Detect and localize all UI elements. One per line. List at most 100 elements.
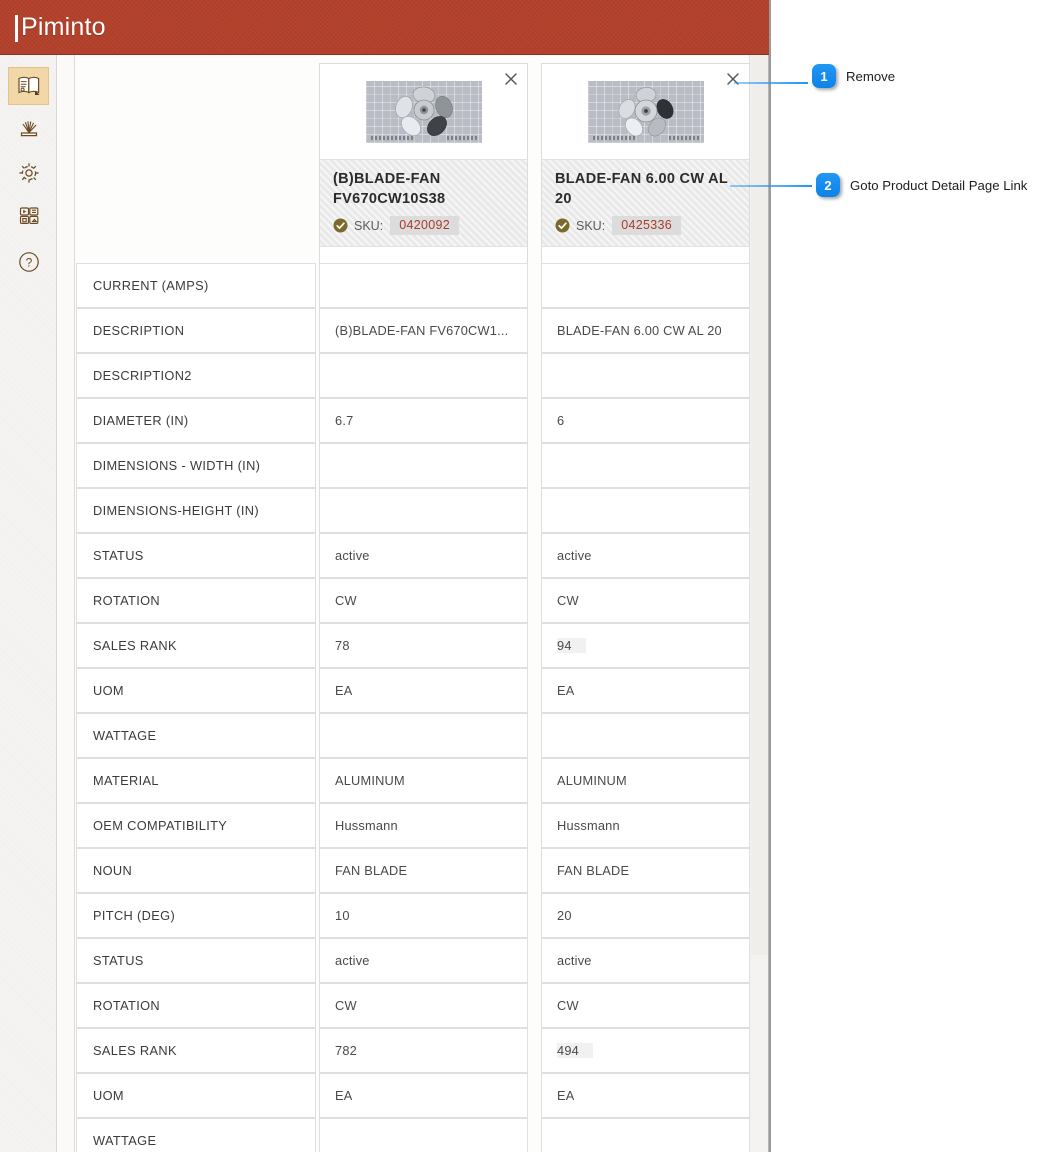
attribute-value: 78 [335,638,350,653]
content-area: (B)BLADE-FAN FV670CW10S38 SKU: 0420092 B… [58,55,769,1152]
attribute-label: DESCRIPTION [93,323,185,338]
attribute-label-cell: STATUS [76,938,316,983]
table-row: UOM EA EA [76,668,750,713]
callout-badge: 2 [816,173,840,197]
remove-product-button[interactable] [502,70,520,88]
left-icon-rail: ? [0,55,57,1152]
sku-row: SKU: 0425336 [555,216,736,235]
svg-text:?: ? [25,256,32,270]
left-gutter [58,55,75,1152]
sidebar-item-settings[interactable] [8,154,49,192]
attribute-value-cell: FAN BLADE [541,848,750,893]
attribute-label-cell: WATTAGE [76,713,316,758]
attribute-value: 782 [335,1043,357,1058]
attribute-value: Hussmann [335,818,398,833]
product-card-header: BLADE-FAN 6.00 CW AL 20 SKU: 0425336 [542,160,749,247]
attribute-label: DIAMETER (IN) [93,413,189,428]
attribute-value-cell: active [541,938,750,983]
table-row: DIMENSIONS - WIDTH (IN) [76,443,750,488]
product-image-wrap [320,64,527,160]
callout-badge: 1 [812,64,836,88]
attribute-label-cell: UOM [76,668,316,713]
attribute-value-cell: EA [541,1073,750,1118]
attribute-value-cell: BLADE-FAN 6.00 CW AL 20 [541,308,750,353]
attribute-label: SALES RANK [93,1043,177,1058]
attribute-value-cell [319,443,528,488]
attribute-value-cell [319,1118,528,1152]
sku-label: SKU: [354,218,384,233]
table-row: STATUS active active [76,938,750,983]
sidebar-item-fanned-pages[interactable] [8,110,49,148]
attribute-label-cell: SALES RANK [76,1028,316,1073]
attribute-label: CURRENT (AMPS) [93,278,209,293]
attribute-value-cell: 10 [319,893,528,938]
table-row: OEM COMPATIBILITY Hussmann Hussmann [76,803,750,848]
attribute-label-cell: UOM [76,1073,316,1118]
attribute-label: DIMENSIONS-HEIGHT (IN) [93,503,260,518]
table-row: WATTAGE [76,713,750,758]
attribute-label-cell: PITCH (DEG) [76,893,316,938]
attribute-label-cell: DIMENSIONS - WIDTH (IN) [76,443,316,488]
attribute-label: DESCRIPTION2 [93,368,192,383]
attribute-label: SALES RANK [93,638,177,653]
attribute-value: CW [557,593,579,608]
attribute-value-cell: Hussmann [319,803,528,848]
vertical-scrollbar[interactable] [749,55,769,1152]
thumbnail-caption-left [592,135,635,140]
product-title[interactable]: BLADE-FAN 6.00 CW AL 20 [555,169,736,209]
product-card: (B)BLADE-FAN FV670CW10S38 SKU: 0420092 [319,63,528,286]
product-card: BLADE-FAN 6.00 CW AL 20 SKU: 0425336 [541,63,750,286]
sku-value: 0420092 [390,216,459,235]
fan-blade-photo [394,86,453,137]
attribute-label: MATERIAL [93,773,159,788]
comparison-panel: (B)BLADE-FAN FV670CW10S38 SKU: 0420092 B… [58,55,769,1152]
attribute-value: CW [335,593,357,608]
attribute-value-cell: (B)BLADE-FAN FV670CW1... [319,308,528,353]
table-row: STATUS active active [76,533,750,578]
attribute-value: 6.7 [335,413,354,428]
sidebar-item-help[interactable]: ? [8,243,49,281]
thumbnail-caption-right [446,135,477,140]
product-image-wrap [542,64,749,160]
table-row: CURRENT (AMPS) [76,263,750,308]
attribute-value: EA [335,683,353,698]
attribute-value-cell [319,713,528,758]
thumbnail-caption-left [370,135,413,140]
table-row: MATERIAL ALUMINUM ALUMINUM [76,758,750,803]
table-row: DIMENSIONS-HEIGHT (IN) [76,488,750,533]
attribute-value-cell: FAN BLADE [319,848,528,893]
attribute-label: NOUN [93,863,133,878]
comparison-grid: (B)BLADE-FAN FV670CW10S38 SKU: 0420092 B… [76,55,750,1152]
attribute-value-cell: EA [319,668,528,713]
attribute-value: BLADE-FAN 6.00 CW AL 20 [557,323,722,338]
attribute-label: UOM [93,683,124,698]
attribute-label: DIMENSIONS - WIDTH (IN) [93,458,261,473]
remove-product-button[interactable] [724,70,742,88]
attribute-label-cell: DESCRIPTION2 [76,353,316,398]
callout-2: 2 Goto Product Detail Page Link [816,173,1027,197]
table-row: DIAMETER (IN) 6.7 6 [76,398,750,443]
table-row: DESCRIPTION (B)BLADE-FAN FV670CW1... BLADE… [76,308,750,353]
attribute-value: 6 [557,413,565,428]
attribute-label-cell: ROTATION [76,578,316,623]
application-window: Piminto ? (B)BLADE-FAN FV670CW10S38 SKU:… [0,0,771,1152]
attribute-value-cell: CW [319,983,528,1028]
product-title[interactable]: (B)BLADE-FAN FV670CW10S38 [333,169,514,209]
attribute-value: active [557,953,592,968]
attribute-label-cell: WATTAGE [76,1118,316,1152]
attribute-value: ALUMINUM [557,773,627,788]
title-cursor-bar [15,15,18,42]
vertical-scrollbar-thumb[interactable] [751,55,768,955]
sidebar-item-apps[interactable] [8,197,49,235]
table-row: WATTAGE [76,1118,750,1152]
attribute-value: FAN BLADE [335,863,408,878]
table-row: SALES RANK 78 94 [76,623,750,668]
attribute-value-cell [319,263,528,308]
callout-text: Remove [846,68,896,84]
attribute-value-cell: CW [319,578,528,623]
gear-icon [16,160,42,186]
attribute-label-cell: STATUS [76,533,316,578]
attribute-value: FAN BLADE [557,863,630,878]
sidebar-item-catalog[interactable] [8,67,49,105]
table-row: SALES RANK 782 494 [76,1028,750,1073]
